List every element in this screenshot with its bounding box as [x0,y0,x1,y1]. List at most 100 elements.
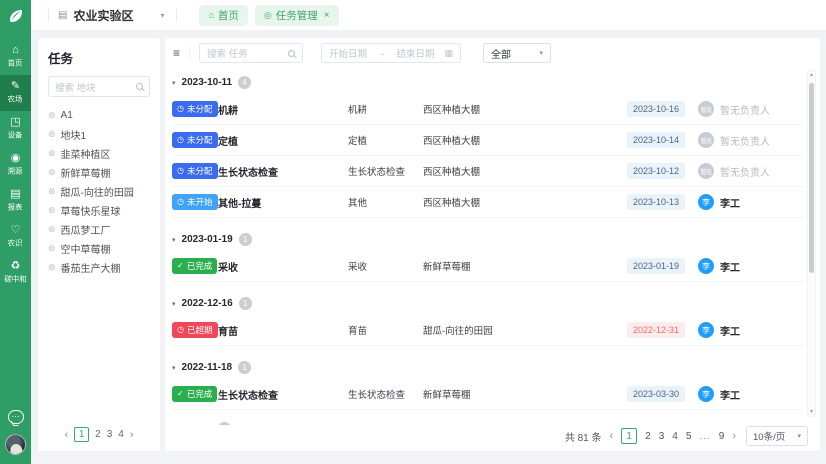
status-label: 未分配 [187,103,213,115]
plot-search-input[interactable]: 搜索 地块 [48,76,150,97]
task-search-input[interactable]: 搜索 任务 [199,43,303,63]
tab-tasks[interactable]: ◎任务管理× [255,5,339,26]
calendar-icon: ▦ [445,48,454,59]
due-date-cell: 2023-10-12 [620,163,698,179]
assignee-name: 暂无负责人 [720,164,770,179]
sidebar-item-farm[interactable]: ✎农场 [0,75,31,111]
next-page-icon[interactable]: › [130,430,134,440]
task-row[interactable]: ◷未分配定植定植西区种植大棚2023-10-14暂无暂无负责人 [172,125,804,156]
due-date-chip: 2022-12-31 [627,322,685,338]
page-number-4[interactable]: 4 [118,429,124,440]
plot-list-item[interactable]: ⊛韭菜种植区 [48,144,150,163]
view-toggle-icon[interactable]: ≡ [173,46,180,60]
sidebar-item-device[interactable]: ◳设备 [0,111,31,147]
plot-list-item[interactable]: ⊛新鲜草莓棚 [48,163,150,182]
sidebar-item-knowledge[interactable]: ♡农识 [0,219,31,255]
sidebar: ⌂首页✎农场◳设备◉溯源▤报表♡农识♻碳中和 ⋯ [0,0,31,464]
app-logo[interactable] [0,0,31,31]
next-page-icon[interactable]: › [732,431,736,441]
page-number-5[interactable]: 5 [686,431,692,442]
status-filter-select[interactable]: 全部 ▾ [483,43,551,63]
collapse-caret-icon[interactable]: ▾ [172,236,176,244]
status-badge: ✓已完成 [172,258,217,274]
home-icon: ⌂ [12,45,19,56]
task-row[interactable]: ✓已完成生长状态检查生长状态检查新鲜草莓棚2023-03-30李李工 [172,379,804,410]
task-name: 生长状态检查 [218,387,348,402]
plot-list-item[interactable]: ⊛A1 [48,106,150,125]
assignee-avatar: 李 [698,322,714,338]
due-date-chip: 2023-01-19 [627,258,685,274]
plot-icon: ⊛ [48,243,56,254]
tab-home[interactable]: ⌂首页 [199,5,247,26]
message-icon[interactable]: ⋯ [8,410,24,424]
page-number-1[interactable]: 1 [74,427,89,442]
due-date-cell: 2023-01-19 [620,258,698,274]
sidebar-item-trace[interactable]: ◉溯源 [0,147,31,183]
plot-list-item[interactable]: ⊛地块1 [48,125,150,144]
group-header[interactable]: ▾2023-01-191 [172,232,804,247]
assignee-avatar: 暂无 [698,101,714,117]
assignee-cell: 李李工 [698,386,804,402]
task-type: 其他 [348,195,423,209]
page-number-9[interactable]: 9 [719,431,725,442]
assignee-name: 李工 [720,387,740,402]
prev-page-icon[interactable]: ‹ [610,431,614,441]
prev-page-icon[interactable]: ‹ [64,430,68,440]
status-label: 未分配 [187,134,213,146]
collapse-caret-icon[interactable]: ▾ [172,79,176,87]
task-type: 采收 [348,259,423,273]
plot-list-item[interactable]: ⊛甜瓜-向往的田园 [48,182,150,201]
task-row[interactable]: ✓已完成采收采收新鲜草莓棚2023-01-19李李工 [172,251,804,282]
scroll-down-icon[interactable]: ▾ [808,408,815,416]
task-location: 西区种植大棚 [423,195,620,209]
task-row[interactable]: ◷未分配生长状态检查生长状态检查西区种植大棚2023-10-12暂无暂无负责人 [172,156,804,187]
ellipsis: ... [699,431,710,442]
plot-list-item[interactable]: ⊛西瓜梦工厂 [48,220,150,239]
plot-list-item[interactable]: ⊛草莓快乐星球 [48,201,150,220]
carbon-icon: ♻ [11,261,21,272]
due-date-chip: 2023-10-13 [627,194,685,210]
sidebar-item-home[interactable]: ⌂首页 [0,39,31,75]
group-header[interactable]: ▾2022-11-181 [172,360,804,375]
page-size-select[interactable]: 10条/页▾ [746,426,808,446]
check-icon: ✓ [177,390,184,398]
assignee-name: 暂无负责人 [720,133,770,148]
due-date-cell: 2023-10-16 [620,101,698,117]
group-header[interactable]: ▾2022-12-161 [172,296,804,311]
assignee-cell: 暂无暂无负责人 [698,163,804,179]
group-header[interactable]: ▾2023-10-114 [172,75,804,90]
avatar-text: 李 [702,325,710,336]
page-number-2[interactable]: 2 [645,431,651,442]
scrollbar[interactable]: ▴ ▾ [807,70,816,417]
farm-selector[interactable]: 农业实验区 [73,7,133,24]
status-label: 已完成 [187,260,213,272]
avatar-text: 暂无 [700,136,711,145]
task-type: 机耕 [348,102,423,116]
plot-list-item[interactable]: ⊛番茄生产大棚 [48,258,150,277]
assignee-avatar: 李 [698,386,714,402]
start-date-placeholder: 开始日期 [329,46,367,60]
user-avatar[interactable] [5,434,26,455]
page-number-3[interactable]: 3 [659,431,665,442]
task-row[interactable]: ◷已超期育苗育苗甜瓜-向往的田园2022-12-31李李工 [172,315,804,346]
task-row[interactable]: ◷未分配机耕机耕西区种植大棚2023-10-16暂无暂无负责人 [172,94,804,125]
date-range-input[interactable]: 开始日期 → 结束日期 ▦ [321,43,461,63]
total-count: 共 81 条 [565,429,602,444]
group-rows: ✓已完成生长状态检查生长状态检查新鲜草莓棚2023-03-30李李工 [172,379,804,410]
avatar-text: 李 [702,261,710,272]
scroll-up-icon[interactable]: ▴ [808,71,815,79]
page-number-2[interactable]: 2 [95,429,101,440]
collapse-caret-icon[interactable]: ▾ [172,300,176,308]
plot-list-item[interactable]: ⊛空中草莓棚 [48,239,150,258]
tab-close-icon[interactable]: × [324,10,330,21]
chevron-down-icon[interactable]: ▾ [160,11,164,20]
page-number-1[interactable]: 1 [621,428,637,444]
sidebar-item-report[interactable]: ▤报表 [0,183,31,219]
sidebar-item-carbon[interactable]: ♻碳中和 [0,255,31,291]
page-number-3[interactable]: 3 [107,429,113,440]
task-list: ▾2023-10-114◷未分配机耕机耕西区种植大棚2023-10-16暂无暂无… [165,66,804,425]
collapse-caret-icon[interactable]: ▾ [172,364,176,372]
scrollbar-thumb[interactable] [809,83,814,273]
task-row[interactable]: ◷未开始其他-拉蔓其他西区种植大棚2023-10-13李李工 [172,187,804,218]
page-number-4[interactable]: 4 [672,431,678,442]
